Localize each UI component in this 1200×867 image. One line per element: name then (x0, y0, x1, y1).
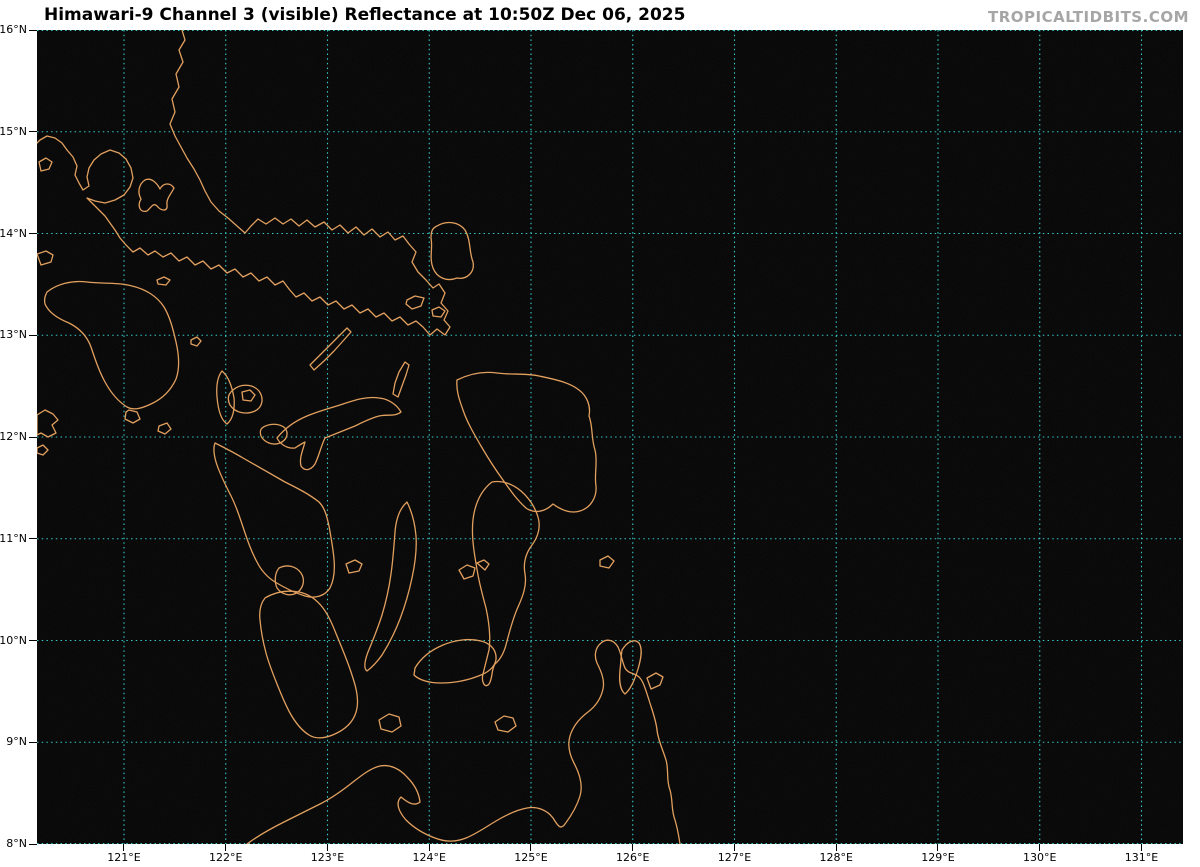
lon-label-129: 129°E (908, 851, 968, 864)
lat-tick-14 (29, 233, 37, 234)
lat-tick-9 (29, 742, 37, 743)
lon-label-124: 124°E (399, 851, 459, 864)
lon-label-125: 125°E (501, 851, 561, 864)
lat-tick-16 (29, 30, 37, 31)
lon-label-126: 126°E (603, 851, 663, 864)
lat-label-16: 16°N (0, 23, 27, 36)
lat-tick-8 (29, 844, 37, 845)
tropicaltidbits-watermark: TROPICALTIDBITS.COM (988, 8, 1189, 26)
lon-label-122: 122°E (196, 851, 256, 864)
lat-tick-13 (29, 335, 37, 336)
lon-label-131: 131°E (1111, 851, 1171, 864)
lon-tick-128 (836, 844, 837, 851)
lon-label-127: 127°E (704, 851, 764, 864)
lat-label-11: 11°N (0, 532, 27, 545)
satellite-image-viewer: Himawari-9 Channel 3 (visible) Reflectan… (0, 0, 1200, 867)
lon-tick-131 (1141, 844, 1142, 851)
lon-tick-126 (632, 844, 633, 851)
lon-tick-122 (225, 844, 226, 851)
lon-tick-129 (937, 844, 938, 851)
lat-label-8: 8°N (0, 837, 27, 850)
lon-tick-130 (1039, 844, 1040, 851)
map-canvas (37, 30, 1183, 844)
lat-tick-12 (29, 437, 37, 438)
lon-tick-125 (530, 844, 531, 851)
lat-label-12: 12°N (0, 430, 27, 443)
lat-label-14: 14°N (0, 227, 27, 240)
lon-label-128: 128°E (806, 851, 866, 864)
lat-tick-11 (29, 538, 37, 539)
lat-label-15: 15°N (0, 125, 27, 138)
lat-label-10: 10°N (0, 634, 27, 647)
lon-label-130: 130°E (1010, 851, 1070, 864)
lon-label-123: 123°E (297, 851, 357, 864)
lat-label-13: 13°N (0, 328, 27, 341)
lat-tick-15 (29, 131, 37, 132)
lon-tick-124 (429, 844, 430, 851)
lat-label-9: 9°N (0, 735, 27, 748)
lon-label-121: 121°E (94, 851, 154, 864)
lat-tick-10 (29, 640, 37, 641)
lon-tick-127 (734, 844, 735, 851)
image-title: Himawari-9 Channel 3 (visible) Reflectan… (44, 5, 685, 25)
lon-tick-121 (123, 844, 124, 851)
lon-tick-123 (327, 844, 328, 851)
satellite-map-svg (37, 30, 1183, 844)
